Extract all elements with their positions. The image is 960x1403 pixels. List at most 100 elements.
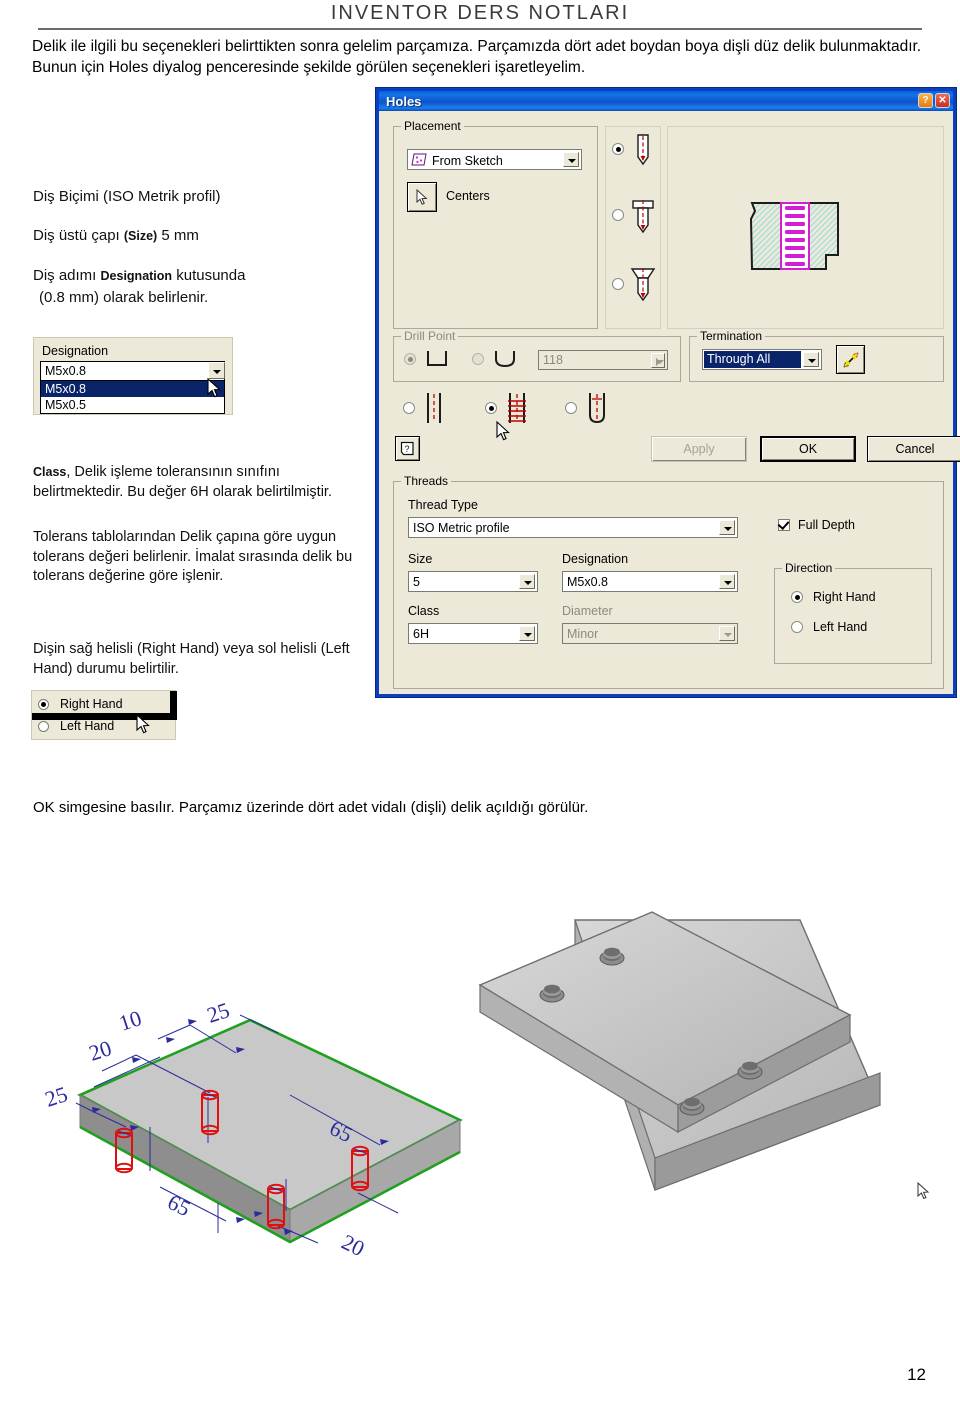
note-pitch: Diş adımı Designation kutusunda (0.8 mm)… <box>33 265 373 308</box>
inset-direction-right-hand[interactable]: Right Hand <box>32 693 175 715</box>
counterbore-hole-icon[interactable] <box>629 199 657 242</box>
termination-value: Through All <box>704 351 801 368</box>
help-button[interactable]: ? <box>395 436 420 461</box>
size-label: Size <box>408 552 433 566</box>
direction-right-hand-label: Right Hand <box>813 590 876 604</box>
chevron-down-icon[interactable] <box>719 626 735 641</box>
radio-simple-hole[interactable] <box>612 143 624 155</box>
diameter-value: Minor <box>567 627 599 641</box>
note-major-diameter-bold: (Size) <box>123 229 158 243</box>
drilled-hole-icon[interactable] <box>423 391 445 432</box>
svg-text:?: ? <box>404 444 409 454</box>
size-dropdown[interactable]: 5 <box>408 571 538 592</box>
radio-taper-tapped-hole[interactable] <box>565 402 577 414</box>
direction-left-hand-label: Left Hand <box>813 620 868 634</box>
inset-designation-combo[interactable]: M5x0.8 <box>40 361 226 381</box>
note-class-text: , Delik işleme toleransının sınıfını bel… <box>33 464 332 500</box>
chevron-down-icon[interactable] <box>519 574 535 589</box>
placement-group: Placement From Sketch Centers <box>393 119 598 329</box>
radio-flat-drill-point[interactable] <box>404 353 416 365</box>
simple-hole-icon[interactable] <box>631 133 655 174</box>
note-pitch-line2: (0.8 mm) olarak belirlenir. <box>39 289 209 306</box>
chevron-down-icon[interactable] <box>719 520 735 535</box>
flat-drill-point-icon[interactable] <box>424 349 450 374</box>
thread-type-value: ISO Metric profile <box>413 521 510 535</box>
dimension-value: 25 <box>204 997 233 1028</box>
holes-dialog: Holes ? ✕ Placement From Sketch Centers … <box>376 88 960 697</box>
radio-counterbore-hole[interactable] <box>612 209 624 221</box>
angle-drill-point-icon[interactable] <box>492 349 518 374</box>
help-icon[interactable]: ? <box>918 93 933 108</box>
countersink-hole-icon[interactable] <box>629 267 657 310</box>
designation-dropdown[interactable]: M5x0.8 <box>562 571 738 592</box>
full-depth-checkbox[interactable] <box>778 519 790 531</box>
inset-direction-right-label: Right Hand <box>60 697 123 711</box>
cancel-button[interactable]: Cancel <box>867 436 960 462</box>
closing-paragraph: OK simgesine basılır. Parçamız üzerinde … <box>33 799 589 816</box>
inset-direction-screenshot: Right Hand Left Hand <box>31 690 177 740</box>
inset-designation-dropdown-list[interactable]: M5x0.8 M5x0.5 <box>40 381 225 414</box>
chevron-right-icon[interactable] <box>651 353 665 368</box>
direction-group-label: Direction <box>782 561 836 575</box>
flip-direction-icon <box>842 351 859 368</box>
threads-group: Threads Thread Type ISO Metric profile S… <box>393 474 944 689</box>
radio-direction-left-hand[interactable] <box>791 621 803 633</box>
class-dropdown[interactable]: 6H <box>408 623 538 644</box>
inset-designation-label: Designation <box>42 344 109 358</box>
list-item[interactable]: M5x0.8 <box>41 381 224 397</box>
drill-point-angle-input[interactable]: 118 <box>538 350 668 370</box>
termination-dropdown[interactable]: Through All <box>702 349 822 370</box>
drill-point-group-label: Drill Point <box>401 329 459 343</box>
class-label: Class <box>408 604 440 618</box>
close-icon[interactable]: ✕ <box>935 93 950 108</box>
dimension-value: 65 <box>164 1189 195 1221</box>
radio-countersink-hole[interactable] <box>612 278 624 290</box>
designation-value: M5x0.8 <box>567 575 608 589</box>
chevron-down-icon[interactable] <box>208 362 225 379</box>
flip-direction-button[interactable] <box>836 345 865 374</box>
dimension-value: 20 <box>86 1035 115 1066</box>
radio-direction-right-hand[interactable] <box>791 591 803 603</box>
chevron-down-icon[interactable] <box>519 626 535 641</box>
tapped-hole-icon[interactable] <box>505 391 531 432</box>
radio-angle-drill-point[interactable] <box>472 353 484 365</box>
radio-tapped-hole[interactable] <box>485 402 497 414</box>
radio-drilled-hole[interactable] <box>403 402 415 414</box>
figure-finished-plate <box>478 890 940 1295</box>
note-tolerance: Tolerans tablolarından Delik çapına göre… <box>33 529 353 584</box>
note-thread-form: Diş Biçimi (ISO Metrik profil) <box>33 188 221 205</box>
note-class-bold: Class <box>33 465 67 479</box>
dialog-title: Holes <box>386 93 422 109</box>
diameter-dropdown[interactable]: Minor <box>562 623 738 644</box>
header-divider <box>38 28 922 30</box>
note-major-diameter: Diş üstü çapı (Size) 5 mm <box>33 225 373 247</box>
sketch-icon <box>411 152 428 168</box>
placement-type-dropdown[interactable]: From Sketch <box>407 149 582 170</box>
page-number: 12 <box>907 1365 926 1384</box>
thread-type-dropdown[interactable]: ISO Metric profile <box>408 517 738 538</box>
ok-button[interactable]: OK <box>760 436 856 462</box>
note-pitch-bold: Designation <box>100 269 173 283</box>
drill-point-group: Drill Point 118 <box>393 329 681 382</box>
figure-dimensioned-plate: 10 20 25 25 65 65 20 <box>40 975 500 1290</box>
size-value: 5 <box>413 575 420 589</box>
threads-group-label: Threads <box>401 474 452 488</box>
inset-designation-value[interactable]: M5x0.8 <box>40 361 225 381</box>
centers-label: Centers <box>446 189 490 203</box>
centers-button[interactable] <box>407 182 437 212</box>
document-header: INVENTOR DERS NOTLARI <box>0 0 960 30</box>
hole-type-panel <box>605 126 661 329</box>
placement-type-value: From Sketch <box>432 154 503 168</box>
chevron-down-icon[interactable] <box>719 574 735 589</box>
chevron-down-icon[interactable] <box>803 352 819 367</box>
apply-button[interactable]: Apply <box>651 436 747 462</box>
thread-style-row <box>393 389 693 433</box>
radio-right-hand[interactable] <box>38 699 49 710</box>
list-item[interactable]: M5x0.5 <box>41 397 224 413</box>
radio-left-hand[interactable] <box>38 721 49 732</box>
taper-tapped-hole-icon[interactable] <box>585 391 609 432</box>
dialog-titlebar: Holes ? ✕ <box>379 91 953 111</box>
select-arrow-icon <box>416 188 428 205</box>
titlebar-buttons: ? ✕ <box>918 93 950 108</box>
chevron-down-icon[interactable] <box>563 152 579 167</box>
